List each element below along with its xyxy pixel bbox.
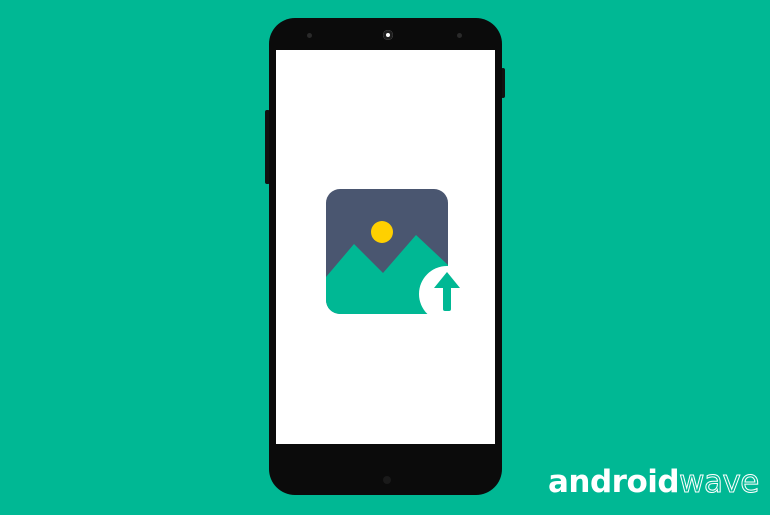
brand-logo-android: android bbox=[548, 464, 680, 500]
front-camera-icon bbox=[383, 30, 393, 40]
sun-icon bbox=[371, 221, 393, 243]
speaker-sensor bbox=[457, 33, 462, 38]
image-upload-icon[interactable] bbox=[326, 189, 466, 319]
brand-logo-wave: wave bbox=[679, 464, 760, 501]
home-indicator bbox=[383, 476, 391, 484]
brand-logo: androidwave bbox=[548, 462, 760, 502]
proximity-sensor bbox=[307, 33, 312, 38]
